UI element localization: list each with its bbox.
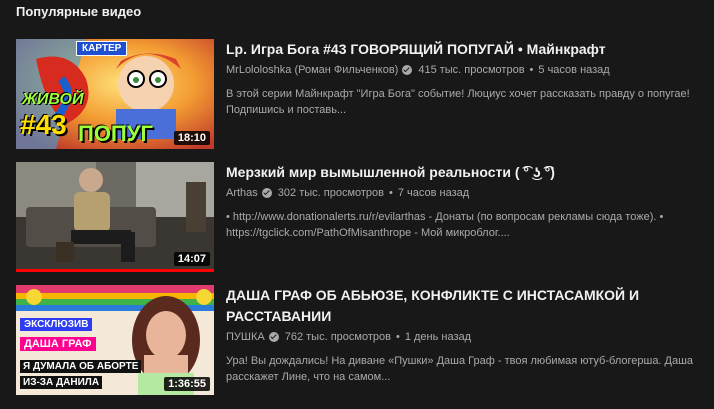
view-count: 415 тыс. просмотров: [418, 64, 525, 76]
thumb-text-line1: ЖИВОЙ: [22, 91, 84, 108]
video-meta-2: Мерзкий мир вымышленной реальности ( ͡° …: [226, 162, 696, 241]
thumb-name: ДАША ГРАФ: [20, 337, 96, 351]
video-info-line: ПУШКА 762 тыс. просмотров • 1 день назад: [226, 329, 696, 345]
video-duration: 1:36:55: [164, 377, 210, 391]
video-item-2[interactable]: 14:07 Мерзкий мир вымышленной реальности…: [16, 162, 706, 272]
thumb-line2: ИЗ-ЗА ДАНИЛА: [20, 376, 103, 389]
video-thumbnail-1[interactable]: КАРТЕР ЖИВОЙ #43 ПОПУГ 18:10: [16, 39, 214, 149]
verified-icon: [402, 65, 413, 75]
thumb-text-line2: ПОПУГ: [78, 121, 153, 146]
video-item-1[interactable]: КАРТЕР ЖИВОЙ #43 ПОПУГ 18:10 Lp. Игра Бо…: [16, 39, 706, 149]
video-description: Ура! Вы дождались! На диване «Пушки» Даш…: [226, 355, 694, 383]
upload-age: 1 день назад: [404, 331, 472, 343]
video-duration: 18:10: [173, 131, 210, 145]
video-title[interactable]: Lp. Игра Бога #43 ГОВОРЯЩИЙ ПОПУГАЙ • Ма…: [226, 39, 696, 60]
verified-icon: [261, 188, 272, 198]
video-thumbnail-2[interactable]: 14:07: [16, 162, 214, 272]
verified-icon: [268, 332, 279, 342]
video-title[interactable]: ДАША ГРАФ ОБ АБЬЮЗЕ, КОНФЛИКТЕ С ИНСТАСА…: [226, 285, 696, 327]
video-meta-1: Lp. Игра Бога #43 ГОВОРЯЩИЙ ПОПУГАЙ • Ма…: [226, 39, 696, 118]
view-count: 762 тыс. просмотров: [284, 331, 391, 343]
channel-name[interactable]: Arthas: [226, 185, 258, 201]
watched-progress-bar: [16, 269, 214, 272]
video-meta-3: ДАША ГРАФ ОБ АБЬЮЗЕ, КОНФЛИКТЕ С ИНСТАСА…: [226, 285, 696, 385]
thumb-text-number: #43: [20, 109, 67, 140]
channel-name[interactable]: MrLololoshka (Роман Фильченков): [226, 62, 398, 78]
separator-dot: •: [395, 331, 400, 343]
channel-name[interactable]: ПУШКА: [226, 329, 265, 345]
video-duration: 14:07: [173, 252, 210, 266]
video-description: • http://www.donationalerts.ru/r/evilart…: [226, 211, 664, 239]
video-item-3[interactable]: ЭКСКЛЮЗИВ ДАША ГРАФ Я ДУМАЛА ОБ АБОРТЕ И…: [16, 285, 706, 395]
upload-age: 7 часов назад: [397, 187, 470, 199]
separator-dot: •: [529, 64, 534, 76]
video-title[interactable]: Мерзкий мир вымышленной реальности ( ͡° …: [226, 162, 696, 183]
thumb-tag: ЭКСКЛЮЗИВ: [20, 318, 93, 331]
video-info-line: MrLololoshka (Роман Фильченков) 415 тыс.…: [226, 62, 696, 78]
thumb-badge: КАРТЕР: [76, 41, 128, 56]
thumb-line1: Я ДУМАЛА ОБ АБОРТЕ: [20, 360, 142, 373]
video-description: В этой серии Майнкрафт "Игра Бога" событ…: [226, 88, 690, 116]
view-count: 302 тыс. просмотров: [277, 187, 385, 199]
upload-age: 5 часов назад: [538, 64, 610, 76]
video-info-line: Arthas 302 тыс. просмотров • 7 часов наз…: [226, 185, 696, 201]
section-title: Популярные видео: [16, 4, 142, 19]
separator-dot: •: [389, 187, 393, 199]
video-thumbnail-3[interactable]: ЭКСКЛЮЗИВ ДАША ГРАФ Я ДУМАЛА ОБ АБОРТЕ И…: [16, 285, 214, 395]
